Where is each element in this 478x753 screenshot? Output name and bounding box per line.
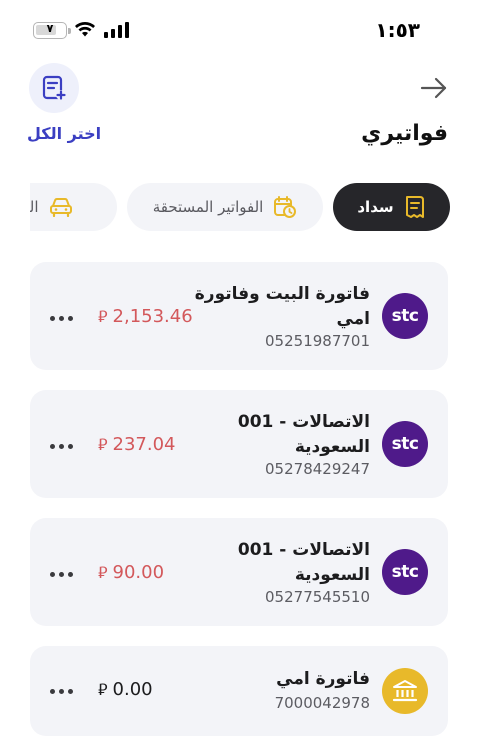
tab-label: المخ bbox=[30, 198, 39, 216]
bill-title: 001 - الاتصالات السعودية bbox=[237, 540, 370, 585]
battery-icon: ٧ bbox=[33, 22, 71, 39]
riyal-icon: ⃁ bbox=[98, 679, 108, 699]
riyal-icon: ⃁ bbox=[98, 562, 108, 582]
select-all-link[interactable]: اختر الكل bbox=[27, 124, 101, 143]
bill-number: 7000042978 bbox=[274, 694, 370, 712]
bill-card[interactable]: stc 001 - الاتصالات السعودية 05278429247… bbox=[30, 390, 448, 498]
bill-amount: ⃁ 2,153.46 bbox=[98, 306, 193, 327]
car-icon bbox=[49, 198, 72, 217]
amount-value: 90.00 bbox=[112, 562, 165, 583]
page-title: فواتيري bbox=[361, 121, 448, 146]
invoice-add-icon bbox=[42, 75, 66, 100]
receipt-icon bbox=[405, 196, 424, 218]
battery-level: ٧ bbox=[46, 22, 54, 35]
bill-number: 05277545510 bbox=[265, 588, 370, 606]
more-options-button[interactable] bbox=[50, 564, 73, 584]
tab-due-bills[interactable]: الفواتير المستحقة bbox=[127, 183, 323, 231]
stc-logo: stc bbox=[382, 293, 428, 339]
tab-other[interactable]: المخ bbox=[30, 183, 117, 231]
status-bar: ٧ ١:٥٣ bbox=[0, 0, 478, 60]
bill-card[interactable]: فاتورة امي 7000042978 ⃁ 0.00 bbox=[30, 646, 448, 736]
bill-number: 05251987701 bbox=[265, 332, 370, 350]
arrow-right-icon[interactable] bbox=[420, 75, 448, 101]
tab-label: الفواتير المستحقة bbox=[152, 198, 264, 216]
signal-icon bbox=[104, 22, 129, 38]
bill-amount: ⃁ 237.04 bbox=[98, 434, 176, 455]
tab-pay[interactable]: سداد bbox=[333, 183, 450, 231]
bill-amount: ⃁ 90.00 bbox=[98, 562, 164, 583]
bank-icon bbox=[392, 680, 418, 702]
bill-title: فاتورة البيت وفاتورة امي bbox=[194, 284, 370, 329]
bill-tabs: المخ الفواتير المستحقة سداد bbox=[30, 181, 450, 233]
stc-logo: stc bbox=[382, 549, 428, 595]
stc-logo: stc bbox=[382, 421, 428, 467]
amount-value: 0.00 bbox=[112, 679, 153, 700]
clock-time: ١:٥٣ bbox=[375, 18, 420, 42]
wifi-icon bbox=[75, 22, 95, 37]
riyal-icon: ⃁ bbox=[98, 434, 108, 454]
add-invoice-button[interactable] bbox=[29, 63, 79, 113]
bill-card[interactable]: stc 001 - الاتصالات السعودية 05277545510… bbox=[30, 518, 448, 626]
tab-label: سداد bbox=[357, 198, 394, 216]
bill-card[interactable]: stc فاتورة البيت وفاتورة امي 05251987701… bbox=[30, 262, 448, 370]
more-options-button[interactable] bbox=[50, 681, 73, 701]
bill-amount: ⃁ 0.00 bbox=[98, 679, 153, 700]
bill-title: فاتورة امي bbox=[276, 669, 370, 689]
calendar-clock-icon bbox=[274, 196, 297, 218]
more-options-button[interactable] bbox=[50, 436, 73, 456]
more-options-button[interactable] bbox=[50, 308, 73, 328]
bill-number: 05278429247 bbox=[265, 460, 370, 478]
riyal-icon: ⃁ bbox=[98, 306, 108, 326]
bill-title: 001 - الاتصالات السعودية bbox=[237, 412, 370, 457]
amount-value: 2,153.46 bbox=[112, 306, 193, 327]
bank-logo bbox=[382, 668, 428, 714]
amount-value: 237.04 bbox=[112, 434, 176, 455]
